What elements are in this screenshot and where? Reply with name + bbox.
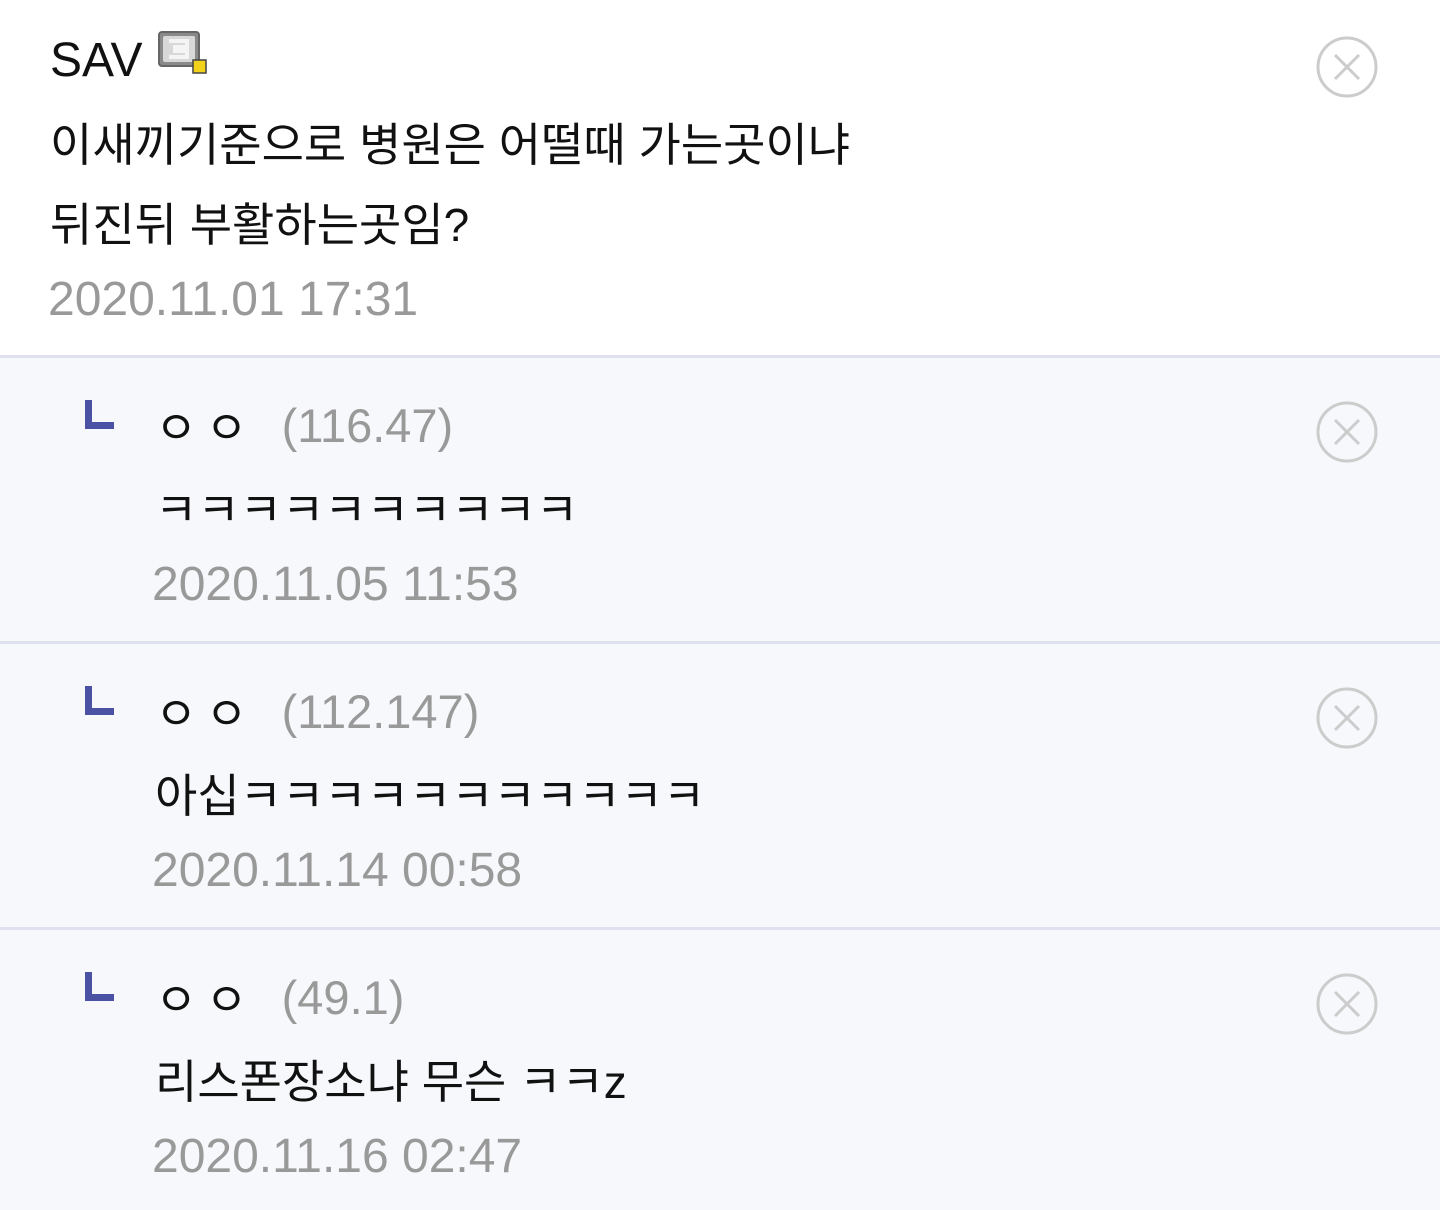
reply: ㅇㅇ (112.147) 아십ㅋㅋㅋㅋㅋㅋㅋㅋㅋㅋㅋ 2020.11.14 00…: [0, 644, 1440, 930]
reply-arrow-icon: [85, 686, 114, 715]
close-circle-icon: [1316, 973, 1378, 1035]
reply-text: 리스폰장소냐 무슨 ㅋㅋz: [155, 1056, 627, 1108]
delete-reply-button[interactable]: [1316, 973, 1378, 1035]
reply-arrow-icon: [85, 972, 114, 1001]
close-circle-icon: [1316, 687, 1378, 749]
comment-body: 이새끼기준으로 병원은 어떨때 가는곳이냐 뒤진뒤 부활하는곳임?: [50, 105, 850, 265]
delete-comment-button[interactable]: [1316, 36, 1378, 98]
reply-ip: (116.47): [281, 398, 454, 452]
reply-author[interactable]: ㅇㅇ: [155, 964, 256, 1030]
reply-arrow-icon: [85, 400, 114, 429]
comment-text-line: 이새끼기준으로 병원은 어떨때 가는곳이냐: [50, 119, 851, 171]
reply-header: ㅇㅇ (112.147): [155, 671, 479, 751]
reply-ip: (112.147): [281, 684, 480, 738]
gallery-nick-icon: [158, 31, 208, 75]
reply-header: ㅇㅇ (49.1): [155, 957, 404, 1037]
comment-thread: SAV 이새끼기준으로 병원은 어떨때 가는곳이냐 뒤진뒤 부활하는곳임? 20…: [0, 0, 1440, 1210]
comment-header: SAV: [50, 20, 208, 100]
comment-text-line: 뒤진뒤 부활하는곳임?: [50, 199, 470, 251]
delete-reply-button[interactable]: [1316, 687, 1378, 749]
reply-ip: (49.1): [281, 970, 405, 1024]
reply-timestamp: 2020.11.16 02:47: [152, 1130, 523, 1183]
reply-timestamp: 2020.11.05 11:53: [152, 558, 519, 611]
reply-author[interactable]: ㅇㅇ: [155, 392, 256, 458]
comment-timestamp: 2020.11.01 17:31: [48, 273, 419, 326]
reply-text: 아십ㅋㅋㅋㅋㅋㅋㅋㅋㅋㅋㅋ: [155, 770, 706, 822]
reply-author[interactable]: ㅇㅇ: [155, 678, 256, 744]
reply-text: ㅋㅋㅋㅋㅋㅋㅋㅋㅋㅋ: [155, 484, 579, 536]
reply-timestamp: 2020.11.14 00:58: [152, 844, 523, 897]
close-circle-icon: [1316, 36, 1378, 98]
comment-author[interactable]: SAV: [50, 33, 142, 88]
reply: ㅇㅇ (116.47) ㅋㅋㅋㅋㅋㅋㅋㅋㅋㅋ 2020.11.05 11:53: [0, 358, 1440, 644]
delete-reply-button[interactable]: [1316, 401, 1378, 463]
reply-header: ㅇㅇ (116.47): [155, 385, 453, 465]
close-circle-icon: [1316, 401, 1378, 463]
reply: ㅇㅇ (49.1) 리스폰장소냐 무슨 ㅋㅋz 2020.11.16 02:47: [0, 930, 1440, 1210]
comment: SAV 이새끼기준으로 병원은 어떨때 가는곳이냐 뒤진뒤 부활하는곳임? 20…: [0, 0, 1440, 358]
